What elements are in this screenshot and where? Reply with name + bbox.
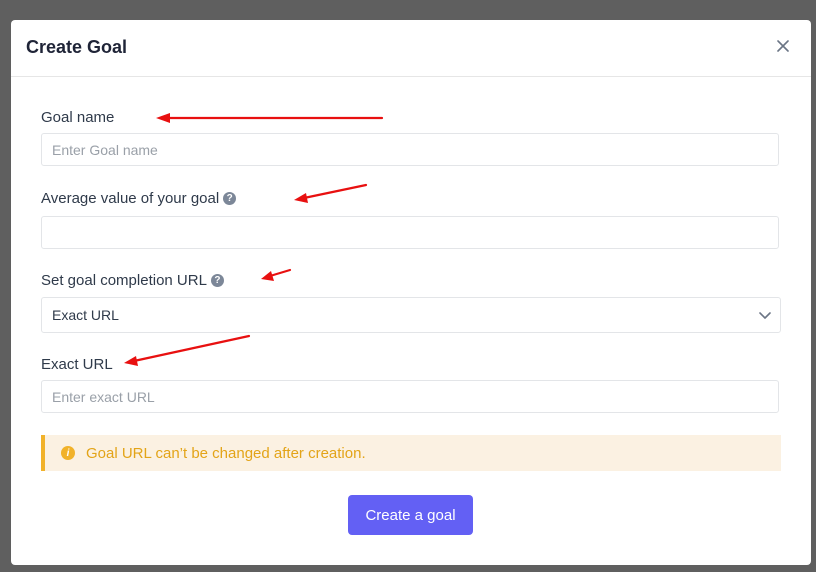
completion-url-label: Set goal completion URL ? — [41, 272, 224, 289]
average-value-input[interactable] — [41, 216, 779, 249]
create-goal-button[interactable]: Create a goal — [348, 495, 473, 535]
notice-text: Goal URL can’t be changed after creation… — [86, 444, 366, 462]
close-button[interactable] — [773, 36, 793, 56]
completion-url-label-text: Set goal completion URL — [41, 272, 207, 289]
warning-notice: i Goal URL can’t be changed after creati… — [41, 435, 781, 471]
completion-url-select[interactable]: Exact URL — [41, 297, 781, 333]
average-value-label-text: Average value of your goal — [41, 190, 220, 207]
help-icon[interactable]: ? — [210, 274, 224, 287]
create-goal-dialog: Create Goal Goal name Average value of y… — [11, 20, 811, 565]
dialog-title: Create Goal — [26, 37, 128, 57]
exact-url-label-text: Exact URL — [41, 356, 113, 373]
exact-url-label: Exact URL — [41, 356, 113, 373]
completion-url-selected: Exact URL — [52, 307, 119, 323]
goal-name-input[interactable] — [41, 133, 779, 166]
dialog-header: Create Goal — [11, 20, 811, 77]
goal-name-label-text: Goal name — [41, 109, 115, 126]
close-icon — [777, 40, 789, 52]
info-icon: i — [61, 446, 75, 460]
chevron-down-icon — [759, 312, 771, 319]
help-icon[interactable]: ? — [223, 192, 237, 205]
goal-name-label: Goal name — [41, 109, 114, 126]
average-value-label: Average value of your goal ? — [41, 190, 237, 207]
exact-url-input[interactable] — [41, 380, 779, 413]
